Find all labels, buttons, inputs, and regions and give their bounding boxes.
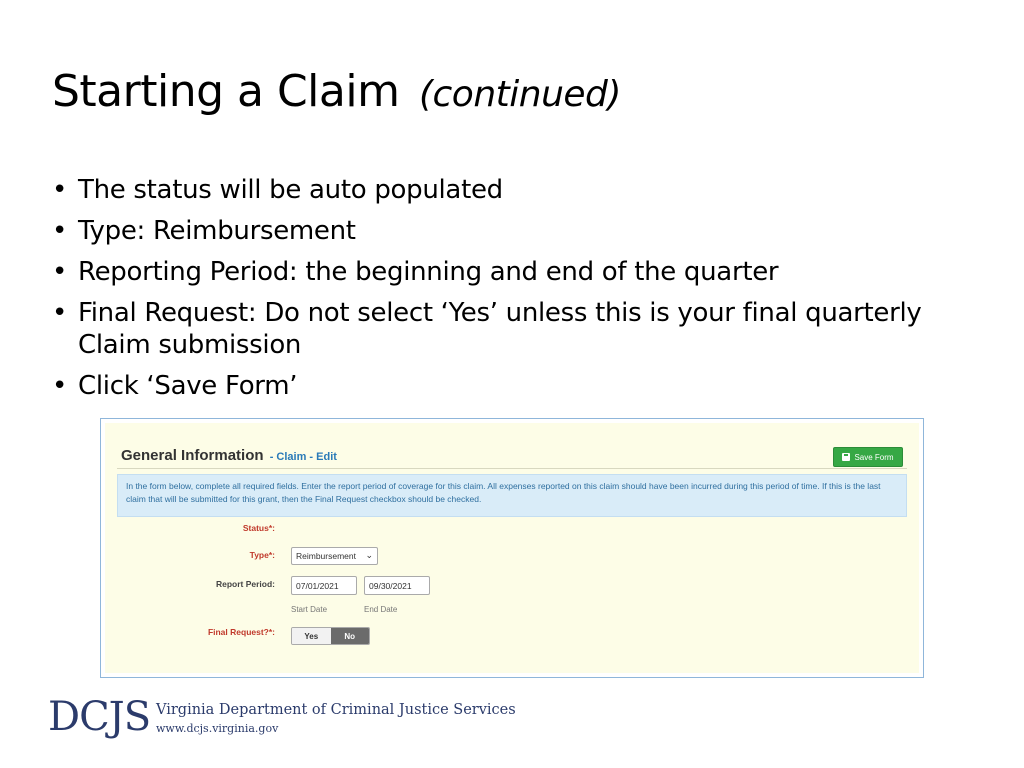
final-request-no[interactable]: No (330, 628, 369, 644)
end-date-input[interactable]: 09/30/2021 (364, 576, 430, 595)
final-request-toggle: Yes No (291, 627, 370, 645)
bullet-dot: • (52, 216, 68, 246)
bullet-dot: • (52, 298, 68, 328)
slide-title: Starting a Claim (continued) (52, 66, 621, 117)
bullet-item: • Click ‘Save Form’ (52, 370, 952, 402)
bullet-text: Reporting Period: the beginning and end … (78, 257, 779, 287)
chevron-down-icon: ⌄ (365, 550, 373, 560)
bullet-text: Type: Reimbursement (78, 216, 356, 246)
bullet-text: Final Request: Do not select ‘Yes’ unles… (78, 298, 922, 360)
org-name: Virginia Department of Criminal Justice … (156, 702, 516, 718)
report-period-label: Report Period: (215, 579, 275, 589)
save-form-label: Save Form (854, 452, 894, 462)
type-select[interactable]: Reimbursement ⌄ (291, 547, 378, 565)
bullet-item: • Final Request: Do not select ‘Yes’ unle… (52, 297, 952, 361)
start-date-input[interactable]: 07/01/2021 (291, 576, 357, 595)
bullet-item: • Reporting Period: the beginning and end… (52, 256, 952, 288)
slide-title-main: Starting a Claim (52, 66, 400, 117)
bullet-text: Click ‘Save Form’ (78, 371, 298, 401)
bullet-list: • The status will be auto populated • Type… (52, 174, 952, 411)
start-date-hint: Start Date (291, 605, 328, 614)
bullet-text: The status will be auto populated (78, 175, 503, 205)
org-url: www.dcjs.virginia.gov (156, 722, 279, 735)
form-screenshot-panel: General Information - Claim - Edit Save … (100, 418, 924, 678)
breadcrumb: - Claim - Edit (269, 451, 337, 463)
form-title-text: General Information (121, 447, 264, 464)
form-header: General Information - Claim - Edit Save … (117, 443, 907, 469)
bullet-dot: • (52, 175, 68, 205)
slide-title-suffix: (continued) (418, 74, 621, 115)
final-request-label: Final Request?*: (207, 627, 275, 637)
form-title: General Information - Claim - Edit (121, 447, 337, 464)
final-request-yes[interactable]: Yes (292, 628, 331, 644)
type-label: Type*: (249, 550, 275, 560)
claim-form: General Information - Claim - Edit Save … (105, 423, 919, 673)
type-select-value: Reimbursement (296, 551, 356, 561)
info-box: In the form below, complete all required… (117, 474, 907, 517)
save-form-button[interactable]: Save Form (833, 447, 903, 467)
bullet-dot: • (52, 257, 68, 287)
bullet-item: • Type: Reimbursement (52, 215, 952, 247)
bullet-item: • The status will be auto populated (52, 174, 952, 206)
bullet-dot: • (52, 371, 68, 401)
status-label: Status*: (242, 523, 275, 533)
end-date-hint: End Date (364, 605, 398, 614)
save-icon (842, 453, 851, 461)
dcjs-logo-mark: DCJS (48, 694, 151, 740)
